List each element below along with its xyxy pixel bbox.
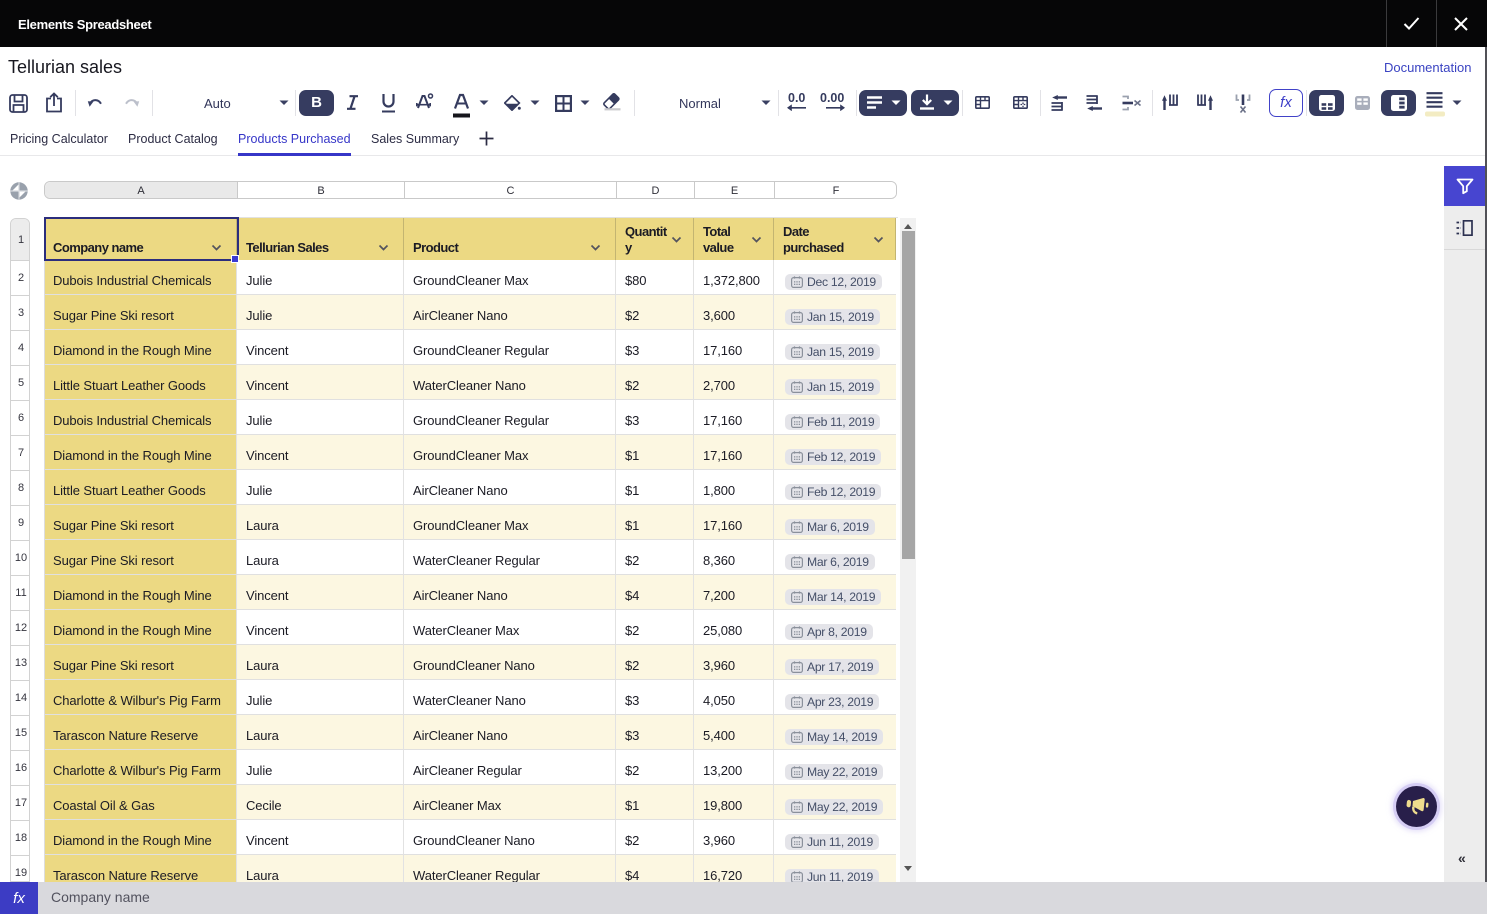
svg-text:0.0: 0.0 xyxy=(788,91,805,105)
svg-text:0.00: 0.00 xyxy=(820,91,844,105)
